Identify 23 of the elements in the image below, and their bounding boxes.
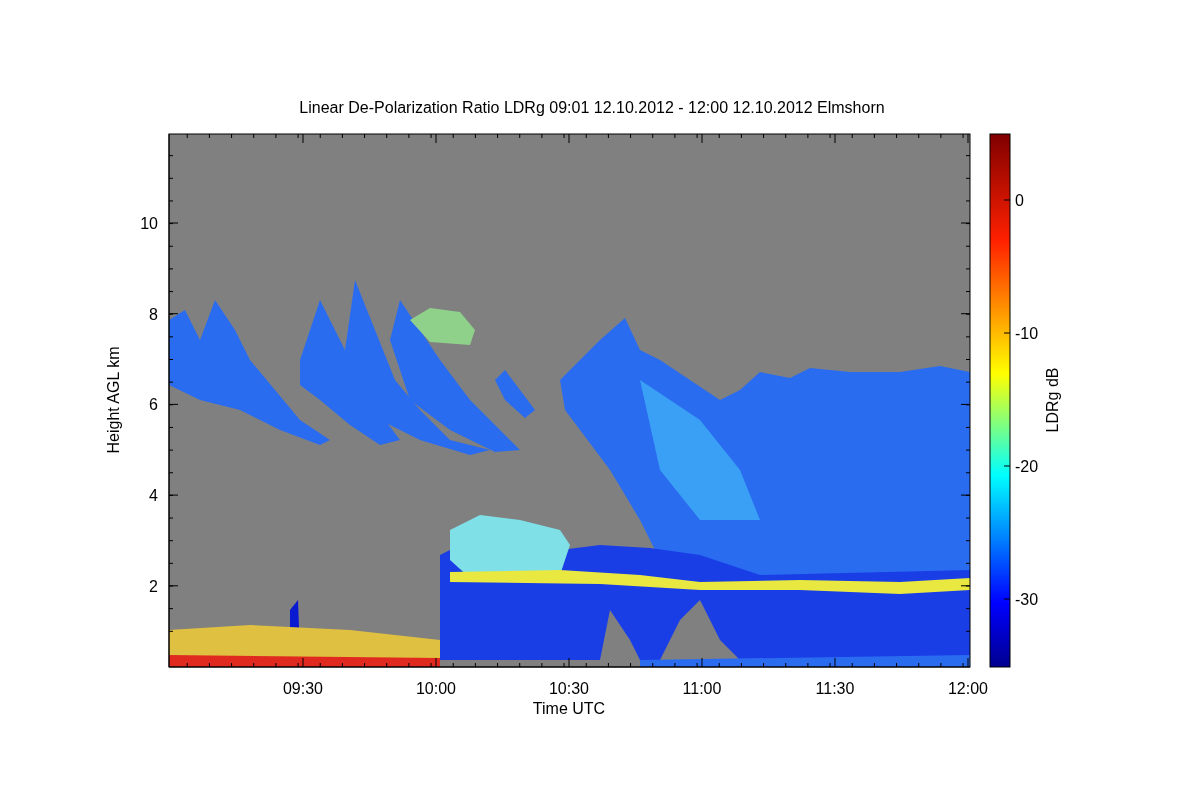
colorbar-tick [1003, 598, 1011, 600]
x-tick-label: 11:00 [682, 680, 722, 697]
colorbar-tick-label: -30 [1015, 591, 1039, 608]
colorbar-tick-label: -20 [1015, 458, 1039, 475]
colorbar-tick-label: -10 [1015, 325, 1039, 342]
colorbar-title: LDRg dB [1044, 367, 1061, 433]
y-tick-label: 8 [149, 305, 158, 323]
x-tick-label: 11:30 [815, 680, 855, 697]
y-axis-title: Height AGL km [105, 346, 122, 454]
x-axis-title: Time UTC [532, 700, 606, 717]
x-tick-label: 12:00 [948, 680, 988, 697]
chart-title: Linear De-Polarization Ratio LDRg 09:01 12.10.2012 - 12:00 12.10.2012 Elmshorn [299, 99, 885, 116]
colorbar-tick [1003, 465, 1011, 467]
x-tick-label: 10:00 [416, 680, 456, 697]
x-tick-label: 09:30 [283, 680, 323, 697]
colorbar-tick-label: 0 [1015, 192, 1024, 209]
y-tick-label: 2 [149, 577, 158, 595]
colorbar-tick [1003, 199, 1011, 201]
x-tick-label: 10:30 [549, 680, 589, 697]
y-tick-label: 6 [149, 396, 158, 414]
y-tick-label: 10 [140, 215, 158, 232]
colorbar-tick [1003, 332, 1011, 334]
y-tick-label: 4 [149, 487, 158, 505]
